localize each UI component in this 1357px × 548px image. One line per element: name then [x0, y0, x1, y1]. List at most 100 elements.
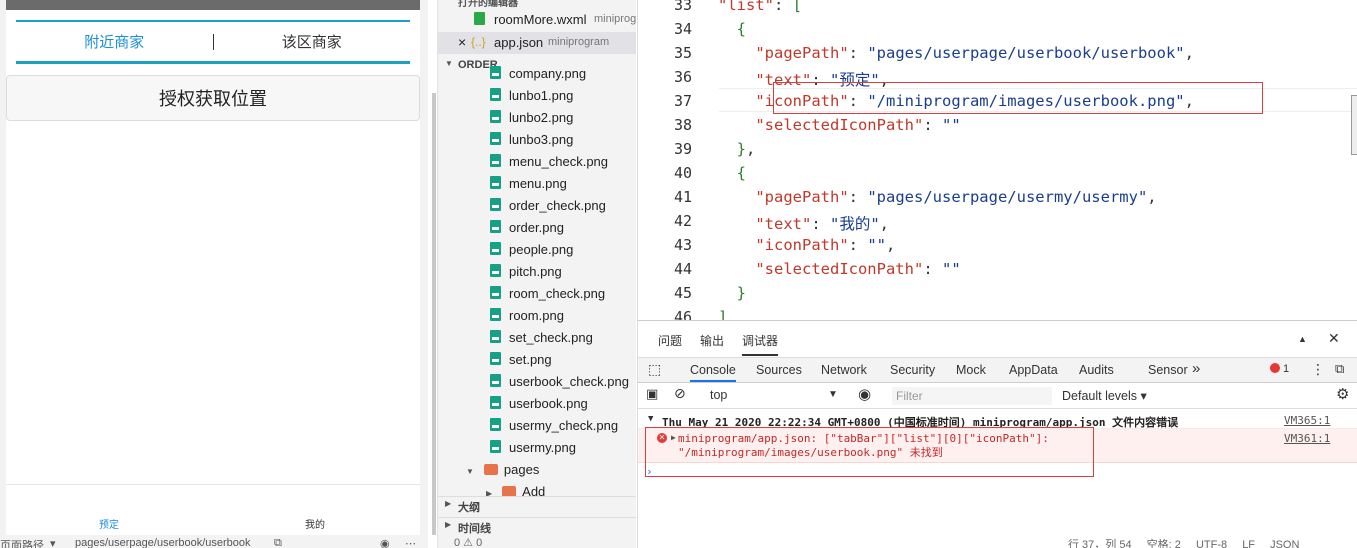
line-number: 34: [673, 20, 692, 38]
file-item[interactable]: usermy_check.png: [490, 418, 618, 440]
outline-section-header[interactable]: ▶ 大纲: [438, 496, 636, 514]
open-file-app-json[interactable]: × {..} app.json miniprogram: [438, 32, 636, 54]
file-item[interactable]: userbook_check.png: [490, 374, 629, 396]
tab-debugger[interactable]: 调试器: [742, 332, 779, 356]
timeline-section-header[interactable]: ▶ 时间线: [438, 517, 636, 535]
file-item[interactable]: userbook.png: [490, 396, 588, 418]
tabbar-item-book[interactable]: 预定: [99, 516, 119, 531]
tab-audits[interactable]: Audits: [1079, 363, 1114, 377]
tab-console[interactable]: Console: [690, 363, 736, 382]
minimap-slider[interactable]: [1351, 95, 1357, 155]
file-item[interactable]: company.png: [490, 66, 586, 88]
inspect-element-icon[interactable]: ⬚: [648, 361, 661, 378]
json-key: "selectedIconPath": [755, 116, 924, 134]
code-line-45: }: [718, 284, 746, 302]
file-name: pitch.png: [509, 264, 562, 279]
file-item[interactable]: people.png: [490, 242, 573, 264]
authorize-location-button[interactable]: 授权获取位置: [6, 75, 420, 121]
file-item[interactable]: usermy.png: [490, 440, 576, 462]
close-icon[interactable]: ×: [458, 34, 466, 50]
tabbar-item-my[interactable]: 我的: [305, 516, 325, 531]
error-count-badge[interactable]: 1: [1270, 363, 1289, 375]
file-item[interactable]: set.png: [490, 352, 552, 374]
tab-output[interactable]: 输出: [700, 332, 724, 349]
maximize-panel-icon[interactable]: ▲: [1298, 334, 1307, 344]
file-item[interactable]: room_check.png: [490, 286, 605, 308]
dock-icon[interactable]: ⧉: [1335, 361, 1344, 377]
gear-icon[interactable]: ⚙: [1336, 385, 1349, 403]
file-item[interactable]: menu.png: [490, 176, 567, 198]
file-name: lunbo3.png: [509, 132, 574, 147]
folder-pages[interactable]: ▼ pages: [466, 462, 539, 484]
line-number: 38: [673, 116, 692, 134]
file-name: usermy_check.png: [509, 418, 619, 433]
tab-nearby-merchants[interactable]: 附近商家: [16, 31, 213, 52]
code-line-39: },: [718, 140, 756, 158]
context-select[interactable]: top: [710, 388, 727, 402]
file-name: company.png: [509, 66, 587, 81]
file-item[interactable]: lunbo1.png: [490, 88, 573, 110]
open-file-roommore[interactable]: roomMore.wxml miniprogram: [438, 9, 636, 31]
image-file-icon: [490, 242, 501, 255]
tab-sensor[interactable]: Sensor: [1148, 363, 1188, 377]
kebab-menu-icon[interactable]: ⋮: [1311, 361, 1325, 378]
image-file-icon: [490, 286, 501, 299]
tab-security[interactable]: Security: [890, 363, 935, 377]
tab-appdata[interactable]: AppData: [1009, 363, 1058, 377]
open-editors-header[interactable]: 打开的编辑器: [458, 0, 518, 9]
timeline-section-label: 时间线: [458, 523, 491, 535]
file-item[interactable]: room.png: [490, 308, 564, 330]
file-name: set_check.png: [509, 330, 593, 345]
chevron-down-icon[interactable]: ▾: [50, 537, 56, 548]
tab-area-merchants[interactable]: 该区商家: [214, 31, 411, 52]
clear-console-icon[interactable]: ⊘: [674, 385, 686, 402]
problems-status[interactable]: 0 ⚠ 0: [438, 535, 636, 548]
folder-icon: [483, 464, 498, 475]
console-prompt[interactable]: ›: [646, 465, 653, 478]
line-number: 39: [673, 140, 692, 158]
eol-setting[interactable]: LF: [1242, 539, 1255, 548]
cursor-position[interactable]: 行 37，列 54: [1068, 539, 1132, 548]
file-item[interactable]: set_check.png: [490, 330, 593, 352]
json-key: "iconPath": [755, 236, 849, 254]
file-item[interactable]: order_check.png: [490, 198, 606, 220]
error-count: 1: [1283, 363, 1290, 375]
json-value: "pages/userpage/userbook/userbook": [867, 44, 1185, 62]
file-item[interactable]: pitch.png: [490, 264, 562, 286]
image-file-icon: [490, 418, 501, 431]
chevron-down-icon: ▼: [466, 467, 474, 476]
file-item[interactable]: order.png: [490, 220, 564, 242]
eye-icon[interactable]: ◉: [858, 385, 871, 403]
file-item[interactable]: menu_check.png: [490, 154, 608, 176]
log-levels-select[interactable]: Default levels ▾: [1062, 388, 1147, 403]
more-tabs-icon[interactable]: »: [1192, 360, 1200, 377]
close-panel-icon[interactable]: ✕: [1328, 330, 1340, 347]
file-name: userbook_check.png: [509, 374, 629, 389]
source-link[interactable]: VM361:1: [1284, 432, 1330, 445]
file-name: usermy.png: [509, 440, 576, 455]
json-value: "": [941, 116, 961, 134]
file-item[interactable]: lunbo2.png: [490, 110, 573, 132]
image-file-icon: [490, 330, 501, 343]
folder-label: pages: [503, 462, 540, 477]
line-number: 44: [673, 260, 692, 278]
language-mode[interactable]: JSON: [1270, 539, 1299, 548]
tab-mock[interactable]: Mock: [956, 363, 986, 377]
eye-icon[interactable]: ◉: [380, 537, 390, 548]
indent-setting[interactable]: 空格: 2: [1147, 539, 1181, 548]
more-icon[interactable]: ⋯: [405, 537, 416, 548]
tab-network[interactable]: Network: [821, 363, 867, 377]
simulator-scrollbar[interactable]: [432, 93, 436, 535]
encoding-setting[interactable]: UTF-8: [1196, 539, 1227, 548]
copy-icon[interactable]: ⧉: [274, 537, 282, 548]
console-filter-input[interactable]: Filter: [891, 386, 1053, 406]
tab-sources[interactable]: Sources: [756, 363, 802, 377]
chevron-down-icon[interactable]: ▼: [828, 389, 838, 400]
sidebar-toggle-icon[interactable]: ▣: [646, 386, 658, 402]
image-file-icon: [490, 110, 501, 123]
tab-problems[interactable]: 问题: [658, 332, 682, 349]
file-item[interactable]: lunbo3.png: [490, 132, 573, 154]
source-link[interactable]: VM365:1: [1284, 414, 1330, 427]
code-line-46: ]: [718, 308, 728, 320]
code-editor[interactable]: 33 34 35 36 37 38 39 40 41 42 43 44 45 46 "list": [ {…: [637, 0, 1357, 320]
